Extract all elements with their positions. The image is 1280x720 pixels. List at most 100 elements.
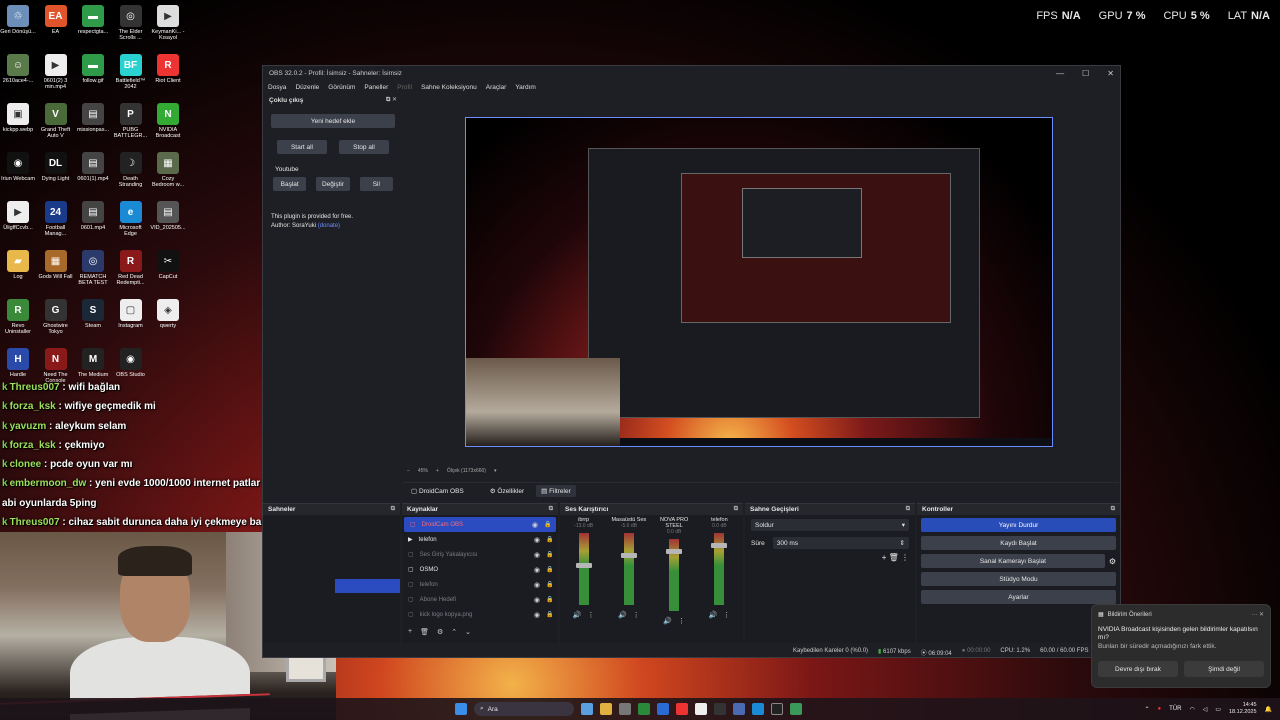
source-item[interactable]: ▶ telefon ◉ 🔒 [402, 532, 558, 547]
desktop-icon[interactable]: G Ghostwire Tokyo [38, 299, 74, 335]
clock[interactable]: 14:45 18.12.2025 [1229, 702, 1257, 715]
obs-icon[interactable] [771, 703, 783, 715]
volume-icon[interactable]: ◁ [1203, 706, 1208, 713]
menu-profile[interactable]: Profil [397, 84, 412, 91]
more-icon[interactable]: ⋮ [901, 553, 909, 562]
source-item[interactable]: ▢ kick logo kopya.png ◉ 🔒 [402, 607, 558, 622]
chevron-down-icon[interactable]: ▾ [494, 468, 497, 474]
virtual-cam-button[interactable]: Sanal Kamerayı Başlat [921, 554, 1105, 568]
volume-slider[interactable] [711, 543, 728, 549]
settings-button[interactable]: Ayarlar [921, 590, 1116, 604]
source-item[interactable]: ▢ Abone Hedefi ◉ 🔒 [402, 592, 558, 607]
move-down-icon[interactable]: ⌄ [465, 628, 471, 636]
desktop-icon[interactable]: ▢ Instagram [113, 299, 149, 329]
desktop-icon[interactable]: ◎ The Elder Scrolls ... [113, 5, 149, 41]
menu-file[interactable]: Dosya [268, 84, 286, 91]
gear-icon[interactable]: ⚙ [1109, 557, 1116, 566]
desktop-icon[interactable]: R Red Dead Redempti... [113, 250, 149, 286]
desktop-icon[interactable]: ♲ Geri Dönüşü... [0, 5, 36, 35]
disable-button[interactable]: Devre dışı bırak [1098, 661, 1178, 678]
more-icon[interactable]: ⋮ [678, 617, 685, 625]
source-item[interactable]: ▢ Ses Giriş Yakalayıcısı ◉ 🔒 [402, 547, 558, 562]
desktop-icon[interactable]: ◈ qwerty [150, 299, 186, 329]
transition-select[interactable]: Soldur ▾ [751, 519, 909, 531]
mute-icon[interactable]: 🔊 [573, 611, 582, 619]
desktop-icon[interactable]: N Need The Console [38, 348, 74, 384]
menu-view[interactable]: Görünüm [328, 84, 355, 91]
desktop-icon[interactable]: ▦ Gods Will Fall [38, 250, 74, 280]
volume-slider[interactable] [666, 549, 683, 555]
target-edit-button[interactable]: Değiştir [316, 177, 350, 191]
desktop-icon[interactable]: ▦ Cozy Bedroom w... [150, 152, 186, 188]
desktop-icon[interactable]: ▤ missionpas... [75, 103, 111, 133]
visibility-icon[interactable]: ◉ [534, 581, 540, 589]
desktop-icon[interactable]: V Grand Theft Auto V [38, 103, 74, 139]
battery-icon[interactable]: ▭ [1215, 706, 1221, 713]
desktop-icon[interactable]: ▤ VID_202505... [150, 201, 186, 231]
dock-menu-icon[interactable]: ⧉ [1111, 506, 1115, 513]
visibility-icon[interactable]: ◉ [534, 611, 540, 619]
donate-link[interactable]: (donate) [318, 223, 340, 229]
mute-icon[interactable]: 🔊 [663, 617, 672, 625]
scale-label[interactable]: Ölçek (1173x660) [447, 468, 486, 474]
zoom-out-icon[interactable]: − [407, 468, 410, 474]
desktop-icon[interactable]: ◉ Iriun Webcam [0, 152, 36, 182]
maximize-button[interactable]: ☐ [1082, 69, 1089, 78]
visibility-icon[interactable]: ◉ [532, 521, 538, 529]
desktop-icon[interactable]: H Hardle [0, 348, 36, 378]
more-icon[interactable]: ⋮ [633, 611, 640, 619]
target-start-button[interactable]: Başlat [273, 177, 307, 191]
remove-source-icon[interactable]: 🗑 [420, 628, 429, 636]
properties-button[interactable]: ⚙ Özellikler [490, 487, 524, 495]
lock-icon[interactable]: 🔒 [546, 536, 554, 543]
epic-icon[interactable] [714, 703, 726, 715]
visibility-icon[interactable]: ◉ [534, 596, 540, 604]
desktop-icon[interactable]: DL Dying Light [38, 152, 74, 182]
lock-icon[interactable]: 🔒 [546, 551, 554, 558]
source-item[interactable]: ▢ telefon ◉ 🔒 [402, 577, 558, 592]
desktop-icon[interactable]: ▤ 0601.mp4 [75, 201, 111, 231]
dock-menu-icon[interactable]: ⧉ [549, 506, 553, 513]
desktop-icon[interactable]: M The Medium [75, 348, 111, 378]
close-icon[interactable]: ··· ✕ [1251, 611, 1264, 618]
settings-icon[interactable] [657, 703, 669, 715]
language-indicator[interactable]: TÜR [1169, 706, 1181, 712]
dock-menu-icon[interactable]: ⧉ [906, 506, 910, 513]
document-icon[interactable] [695, 703, 707, 715]
tray-app-icon[interactable]: ● [1157, 706, 1161, 712]
dock-menu-icon[interactable]: ⧉ [391, 506, 395, 513]
desktop-icon[interactable]: ✂ CapCut [150, 250, 186, 280]
program-preview[interactable] [465, 117, 1053, 447]
mute-icon[interactable]: 🔊 [618, 611, 627, 619]
duration-input[interactable]: 300 ms ⇕ [772, 537, 909, 549]
filters-button[interactable]: ▤ Filtreler [536, 484, 576, 497]
add-transition-icon[interactable]: + [882, 553, 887, 562]
desktop-icon[interactable]: ▬ follow.gif [75, 54, 111, 84]
folder-icon[interactable] [600, 703, 612, 715]
source-item[interactable]: ▢ OSMO ◉ 🔒 [402, 562, 558, 577]
desktop-icon[interactable]: ☺ 2610ace4-... [0, 54, 36, 84]
start-record-button[interactable]: Kaydı Başlat [921, 536, 1116, 550]
desktop-icon[interactable]: ☽ Death Stranding [113, 152, 149, 188]
studio-mode-button[interactable]: Stüdyo Modu [921, 572, 1116, 586]
notepad-icon[interactable] [790, 703, 802, 715]
lock-icon[interactable]: 🔒 [546, 566, 554, 573]
widget-icon[interactable] [581, 703, 593, 715]
desktop-icon[interactable]: EA EA [38, 5, 74, 35]
volume-slider[interactable] [575, 563, 592, 569]
desktop-icon[interactable]: ▶ ÜligffCcvb... [0, 201, 36, 231]
start-icon[interactable] [455, 703, 467, 715]
desktop-icon[interactable]: ▣ kickpp.webp [0, 103, 36, 133]
lock-icon[interactable]: 🔒 [546, 611, 554, 618]
lock-icon[interactable]: 🔒 [544, 521, 552, 528]
target-delete-button[interactable]: Sil [359, 177, 393, 191]
chrome-icon[interactable] [676, 703, 688, 715]
app-icon[interactable] [733, 703, 745, 715]
xbox-icon[interactable] [638, 703, 650, 715]
add-target-button[interactable]: Yeni hedef ekle [271, 114, 395, 128]
menu-docks[interactable]: Paneller [364, 84, 388, 91]
desktop-icon[interactable]: ▰ Log [0, 250, 36, 280]
desktop-icon[interactable]: R Riot Client [150, 54, 186, 84]
chevron-up-icon[interactable]: ⌃ [1144, 706, 1149, 713]
desktop-icon[interactable]: ◎ REMATCH BETA TEST [75, 250, 111, 286]
